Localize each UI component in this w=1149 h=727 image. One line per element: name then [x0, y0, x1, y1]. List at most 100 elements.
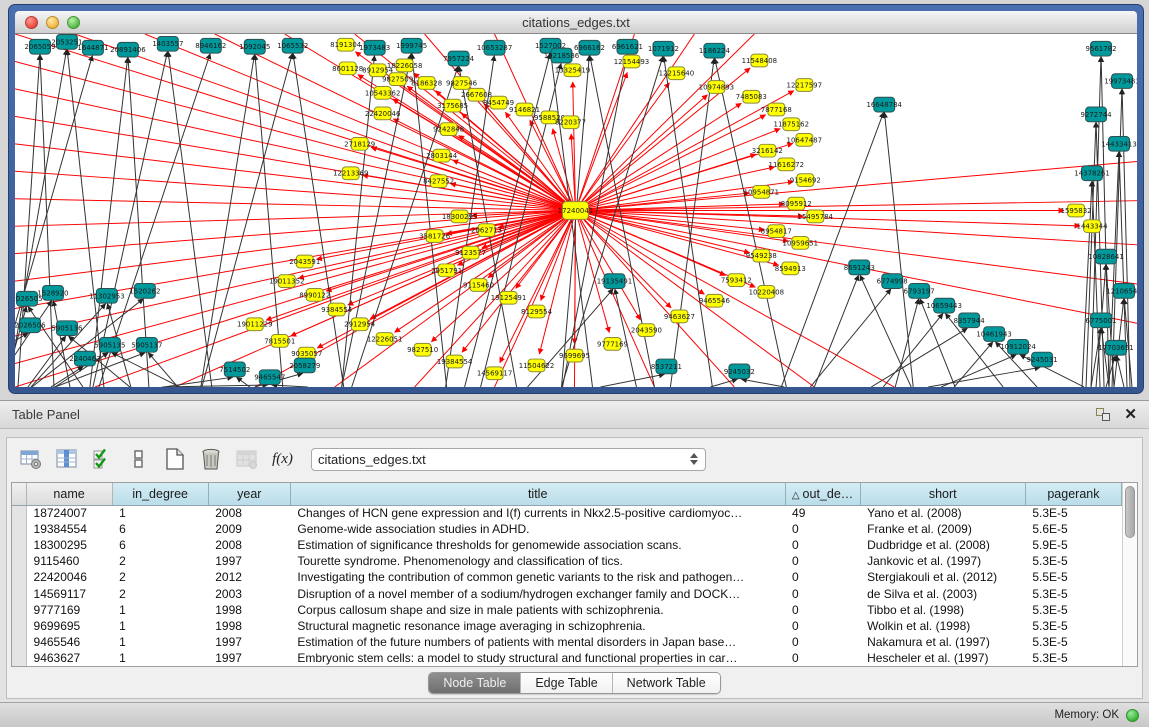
graph-node[interactable]: 3581726 [419, 230, 450, 243]
minimize-window-button[interactable] [46, 16, 59, 29]
graph-node[interactable]: 19125491 [491, 291, 526, 304]
graph-node[interactable]: 8537211 [651, 359, 682, 374]
graph-node[interactable]: 8946162 [195, 38, 226, 53]
graph-node[interactable]: 8594913 [775, 262, 806, 275]
graph-node[interactable]: 12106542 [1106, 284, 1137, 299]
graph-node[interactable]: 9561782 [1086, 41, 1117, 56]
graph-node[interactable]: 11616272 [769, 158, 804, 171]
graph-node[interactable]: 14433413 [1101, 136, 1136, 151]
graph-node[interactable]: 1092045 [239, 39, 270, 54]
graph-node[interactable]: 22420046 [365, 107, 400, 120]
graph-node[interactable]: 8095912 [781, 197, 812, 210]
graph-node[interactable]: 6774998 [877, 274, 908, 289]
graph-node[interactable]: 20891406 [110, 42, 145, 57]
graph-node[interactable]: 10828641 [1088, 249, 1123, 264]
graph-node[interactable]: 1644871 [77, 40, 108, 55]
graph-node[interactable]: 1973483 [359, 40, 390, 55]
graph-node[interactable]: 19135491 [597, 274, 632, 289]
graph-node[interactable]: 6775001 [1086, 313, 1117, 328]
column-header-year[interactable]: year [208, 483, 290, 505]
column-header-name[interactable]: name [26, 483, 112, 505]
column-header-pagerank[interactable]: pagerank [1025, 483, 1121, 505]
graph-node[interactable]: 6793197 [904, 284, 935, 299]
table-row[interactable]: 946554611997Estimation of the future num… [12, 634, 1122, 650]
graph-node[interactable]: 5905135 [94, 337, 125, 352]
graph-node[interactable]: 1595832 [1061, 204, 1092, 217]
graph-node[interactable]: 2043591 [289, 255, 320, 268]
network-graph-canvas[interactable]: 2065059205325116448712089140614035578946… [15, 34, 1137, 387]
zoom-window-button[interactable] [67, 16, 80, 29]
close-window-button[interactable] [25, 16, 38, 29]
graph-node[interactable]: 10974893 [699, 81, 734, 94]
graph-node[interactable]: 1443344 [1077, 220, 1108, 233]
table-row[interactable]: 1938455462009Genome-wide association stu… [12, 521, 1122, 537]
graph-node[interactable]: 2058279 [289, 358, 320, 373]
table-row[interactable]: 946362711997Embryonic stem cells: a mode… [12, 650, 1122, 666]
graph-node[interactable]: 9465547 [254, 370, 285, 385]
graph-node[interactable]: 19973483 [1104, 74, 1137, 89]
column-header-title[interactable]: title [290, 483, 785, 505]
graph-node[interactable]: 10659443 [926, 298, 961, 313]
tab-network-table[interactable]: Network Table [613, 673, 720, 693]
graph-node[interactable]: 10647487 [787, 134, 822, 147]
tab-edge-table[interactable]: Edge Table [521, 673, 612, 693]
graph-node[interactable]: 1071912 [648, 41, 679, 56]
table-scrollbar[interactable] [1122, 483, 1137, 666]
graph-node[interactable]: 7514502 [219, 362, 250, 377]
graph-node[interactable]: 5905137 [131, 337, 162, 352]
table-scrollbar-thumb[interactable] [1125, 486, 1135, 538]
graph-node[interactable]: 1528920 [37, 286, 68, 301]
graph-node[interactable]: 1186224 [699, 43, 730, 58]
graph-node[interactable]: 9777169 [597, 337, 628, 350]
table-row[interactable]: 969969511998Structural magnetic resonanc… [12, 618, 1122, 634]
graph-node[interactable]: 9154692 [790, 174, 821, 187]
graph-node[interactable]: 1403557 [152, 36, 183, 51]
graph-node[interactable]: 7877168 [761, 103, 792, 116]
graph-node[interactable]: 12217597 [787, 79, 822, 92]
graph-node[interactable]: 12226051 [367, 333, 402, 346]
graph-node[interactable]: 9827510 [407, 343, 438, 356]
function-builder-button[interactable]: f(x) [269, 446, 296, 473]
graph-node[interactable]: 1520262 [129, 284, 160, 299]
graph-node[interactable]: 8191304 [330, 38, 361, 51]
graph-node[interactable]: 2951791 [431, 264, 462, 277]
close-panel-icon[interactable]: ✕ [1124, 407, 1137, 422]
graph-node[interactable]: 2240463 [69, 351, 100, 366]
table-settings-button[interactable] [17, 446, 44, 473]
table-row[interactable]: 1830029562008Estimation of significance … [12, 537, 1122, 553]
graph-node[interactable]: 8691243 [844, 260, 875, 275]
window-titlebar[interactable]: citations_edges.txt [15, 11, 1137, 34]
graph-node[interactable]: 10912024 [1000, 339, 1035, 354]
graph-node[interactable]: 17240041 [558, 202, 593, 220]
column-header-out_de…[interactable]: △out_de… [785, 483, 860, 505]
graph-node[interactable]: 10220408 [749, 286, 784, 299]
graph-node[interactable]: 14569117 [477, 367, 512, 380]
column-header-in_degree[interactable]: in_degree [112, 483, 208, 505]
graph-node[interactable]: 12215640 [659, 67, 694, 80]
table-row[interactable]: 911546021997Tourette syndrome. Phenomeno… [12, 553, 1122, 569]
graph-node[interactable]: 9549238 [746, 249, 777, 262]
graph-node[interactable]: 9384554 [321, 303, 352, 316]
tab-node-table[interactable]: Node Table [429, 673, 521, 693]
graph-node[interactable]: 9463627 [664, 310, 695, 323]
deselect-all-button[interactable] [125, 446, 152, 473]
graph-node[interactable]: 10461943 [976, 327, 1011, 342]
graph-node[interactable]: 9245032 [724, 364, 755, 379]
graph-node[interactable]: 1065532 [277, 38, 308, 53]
graph-node[interactable]: 15495784 [798, 210, 833, 223]
graph-node[interactable]: 7957224 [443, 51, 474, 66]
float-panel-icon[interactable] [1096, 408, 1110, 421]
graph-node[interactable]: 12154493 [614, 55, 649, 68]
graph-node[interactable]: 10653287 [477, 40, 512, 55]
graph-node[interactable]: 11548408 [742, 54, 777, 67]
graph-node[interactable]: 6961621 [612, 39, 643, 54]
column-header-short[interactable]: short [860, 483, 1025, 505]
graph-node[interactable]: 8129554 [521, 305, 552, 318]
select-all-button[interactable] [89, 446, 116, 473]
graph-node[interactable]: 2043590 [631, 324, 662, 337]
graph-node[interactable]: 16648784 [866, 97, 901, 112]
graph-node[interactable]: 3175685 [437, 99, 468, 112]
graph-node[interactable]: 9245031 [1027, 352, 1058, 367]
new-table-button[interactable] [161, 446, 188, 473]
graph-node[interactable]: 5905136 [51, 321, 82, 336]
